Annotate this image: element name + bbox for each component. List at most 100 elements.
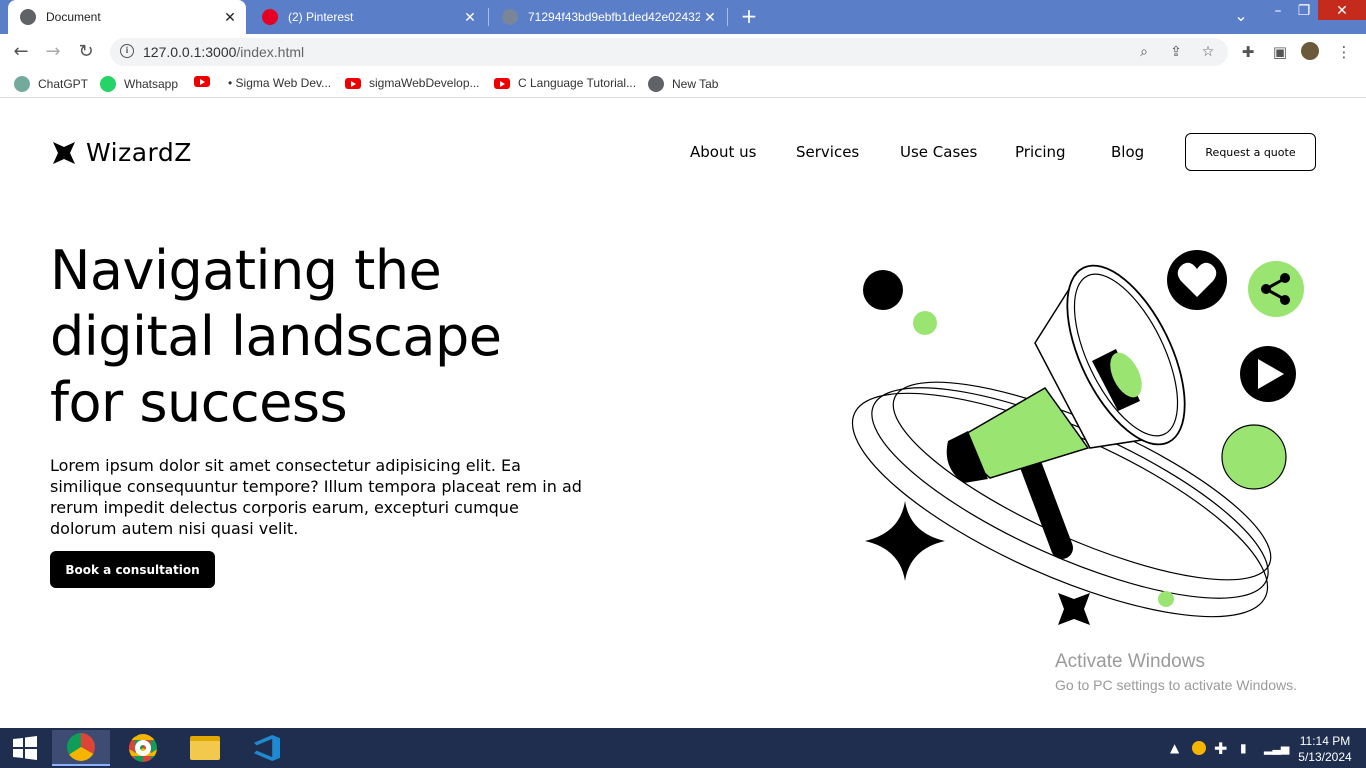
- bookmark-youtube[interactable]: [194, 76, 218, 87]
- nav-about-us[interactable]: About us: [690, 143, 756, 161]
- tray-chevron-icon[interactable]: ▲: [1170, 728, 1179, 768]
- browser-toolbar: ← → ↻ i 127.0.0.1:3000/index.html ⌕ ⇪ ☆ …: [0, 34, 1366, 70]
- hero-title-line: for success: [50, 371, 348, 434]
- tab-title: 71294f43bd9ebfb1ded42e02432: [528, 10, 700, 24]
- tab-divider: [727, 8, 728, 26]
- network-icon[interactable]: ▂▃▅: [1264, 728, 1289, 768]
- windows-taskbar: ▲ ✚ ▮ ▂▃▅ 11:14 PM 5/13/2024: [0, 728, 1366, 768]
- bookmark-sigma-web-develop[interactable]: sigmaWebDevelop...: [345, 76, 480, 90]
- url-path: /index.html: [236, 44, 305, 60]
- minimize-button[interactable]: –: [1266, 0, 1290, 30]
- black-dot: [863, 270, 903, 310]
- megaphone-illustration: [851, 250, 1304, 625]
- bookmark-new-tab[interactable]: New Tab: [648, 76, 718, 92]
- windows-logo-icon: [13, 736, 37, 760]
- share-node: [1261, 284, 1271, 294]
- bookmarks-bar: ChatGPT Whatsapp • Sigma Web Dev... sigm…: [0, 70, 1366, 98]
- small-star: [1058, 593, 1090, 625]
- tab-pinterest[interactable]: (2) Pinterest ✕: [250, 0, 486, 34]
- folder-icon: [190, 736, 220, 760]
- tray-plus-icon[interactable]: ✚: [1214, 728, 1227, 768]
- close-icon[interactable]: ✕: [220, 9, 240, 26]
- request-quote-button[interactable]: Request a quote: [1185, 133, 1316, 171]
- nav-pricing[interactable]: Pricing: [1015, 143, 1066, 161]
- zoom-icon[interactable]: ⌕: [1136, 44, 1152, 60]
- forward-arrow-icon[interactable]: →: [42, 41, 64, 63]
- bookmark-label: Whatsapp: [124, 77, 179, 91]
- youtube-icon: [494, 77, 510, 89]
- restore-button[interactable]: ❐: [1292, 0, 1316, 30]
- site-logo[interactable]: WizardZ: [52, 138, 192, 167]
- bookmark-star-icon[interactable]: ☆: [1200, 44, 1216, 60]
- reload-icon[interactable]: ↻: [75, 41, 97, 63]
- nav-blog[interactable]: Blog: [1111, 143, 1144, 161]
- profile-avatar[interactable]: [1301, 42, 1319, 60]
- tab-search-button[interactable]: ⌄: [1230, 5, 1252, 35]
- bookmark-label: ChatGPT: [38, 77, 89, 91]
- hero-title: Navigating the digital landscape for suc…: [50, 238, 610, 436]
- taskbar-chrome-profile[interactable]: [52, 730, 110, 766]
- bookmark-chatgpt[interactable]: ChatGPT: [14, 76, 88, 92]
- share-node: [1280, 295, 1290, 305]
- activate-windows-watermark: Activate Windows Go to PC settings to ac…: [1055, 651, 1297, 693]
- taskbar-file-explorer[interactable]: [176, 730, 234, 766]
- web-page: WizardZ About us Services Use Cases Pric…: [0, 103, 1366, 728]
- green-dot: [913, 311, 937, 335]
- tab-hash[interactable]: 71294f43bd9ebfb1ded42e02432 ✕: [490, 0, 726, 34]
- url-host: 127.0.0.1:3000: [143, 44, 237, 60]
- chatgpt-icon: [14, 76, 30, 92]
- weather-icon[interactable]: [1192, 728, 1206, 768]
- bookmark-label: • Sigma Web Dev...: [228, 76, 332, 90]
- watermark-subtitle: Go to PC settings to activate Windows.: [1055, 677, 1297, 693]
- close-window-button[interactable]: ✕: [1318, 0, 1366, 20]
- tab-title: Document: [46, 10, 101, 24]
- globe-icon: [502, 9, 518, 25]
- globe-icon: [20, 9, 36, 25]
- start-button[interactable]: [0, 730, 50, 766]
- tab-divider: [488, 8, 489, 26]
- nav-use-cases[interactable]: Use Cases: [900, 143, 977, 161]
- site-info-icon[interactable]: i: [120, 44, 134, 58]
- tab-document[interactable]: Document ✕: [8, 0, 246, 34]
- hero-title-line: Navigating the: [50, 239, 442, 302]
- battery-icon[interactable]: ▮: [1240, 728, 1247, 768]
- megaphone-handle: [1019, 452, 1073, 559]
- taskbar-vscode[interactable]: [238, 730, 296, 766]
- pinterest-icon: [262, 9, 278, 25]
- green-dot: [1158, 591, 1174, 607]
- weather-sun-icon: [1192, 741, 1206, 755]
- share-node: [1280, 273, 1290, 283]
- address-bar[interactable]: i 127.0.0.1:3000/index.html ⌕ ⇪ ☆: [110, 38, 1228, 66]
- bookmark-label: New Tab: [672, 77, 719, 91]
- bookmark-c-language[interactable]: C Language Tutorial...: [494, 76, 636, 90]
- share-badge: [1248, 261, 1304, 317]
- system-clock[interactable]: 11:14 PM 5/13/2024: [1290, 733, 1360, 765]
- whatsapp-icon: [100, 76, 116, 92]
- back-arrow-icon[interactable]: ←: [10, 41, 32, 63]
- side-panel-icon[interactable]: ▣: [1270, 42, 1290, 62]
- clock-time: 11:14 PM: [1299, 734, 1351, 748]
- share-icon[interactable]: ⇪: [1168, 44, 1184, 60]
- bookmark-label: sigmaWebDevelop...: [369, 76, 480, 90]
- logo-text: WizardZ: [86, 138, 192, 167]
- hero-description: Lorem ipsum dolor sit amet consectetur a…: [50, 456, 582, 538]
- youtube-icon: [194, 76, 210, 87]
- bookmark-sigma-web-dev[interactable]: • Sigma Web Dev...: [228, 76, 331, 90]
- address-url[interactable]: 127.0.0.1:3000/index.html: [143, 44, 304, 60]
- book-consultation-button[interactable]: Book a consultation: [50, 551, 215, 588]
- clock-date: 5/13/2024: [1298, 750, 1352, 764]
- close-icon[interactable]: ✕: [460, 9, 480, 26]
- hero-title-line: digital landscape: [50, 305, 502, 368]
- green-circle: [1221, 424, 1287, 490]
- extensions-icon[interactable]: ✚: [1238, 42, 1258, 62]
- star-logo-icon: [53, 141, 75, 164]
- chrome-icon: [129, 734, 157, 762]
- close-icon[interactable]: ✕: [700, 9, 720, 26]
- menu-kebab-icon[interactable]: ⋮: [1334, 42, 1354, 62]
- new-tab-button[interactable]: +: [738, 6, 760, 28]
- chrome-icon: [67, 733, 95, 761]
- bookmark-whatsapp[interactable]: Whatsapp: [100, 76, 178, 92]
- nav-services[interactable]: Services: [796, 143, 859, 161]
- taskbar-chrome[interactable]: [114, 730, 172, 766]
- bookmark-label: C Language Tutorial...: [518, 76, 637, 90]
